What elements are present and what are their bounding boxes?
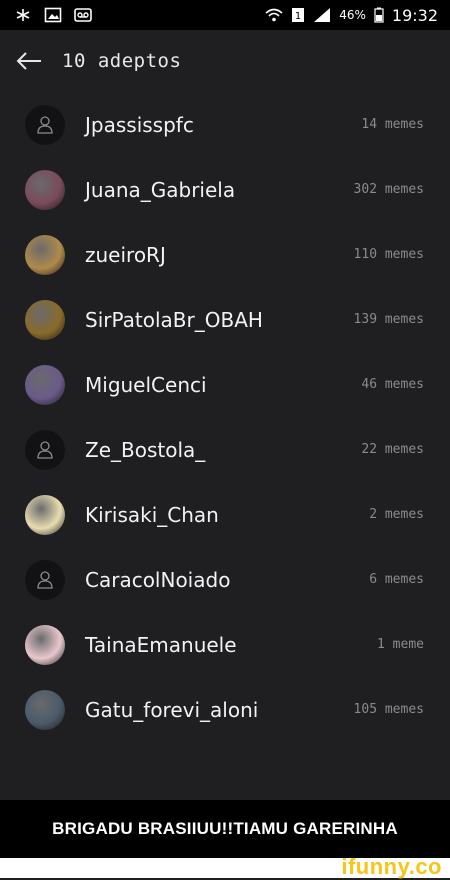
avatar[interactable] — [25, 169, 65, 210]
default-avatar-icon[interactable] — [25, 559, 65, 600]
meme-count: 1 meme — [377, 637, 424, 652]
follower-username[interactable]: MiguelCenci — [85, 373, 207, 397]
follower-row[interactable]: Ze_Bostola_ 22 memes — [0, 417, 450, 482]
meme-count: 46 memes — [361, 377, 424, 392]
avatar[interactable] — [25, 364, 65, 405]
avatar[interactable] — [25, 494, 65, 535]
default-avatar-icon[interactable] — [25, 429, 65, 470]
ifunny-watermark: ifunny.co — [341, 854, 442, 879]
follower-username[interactable]: TainaEmanuele — [85, 633, 237, 657]
follower-row[interactable]: TainaEmanuele 1 meme — [0, 612, 450, 677]
voicemail-icon — [74, 8, 92, 22]
meme-count: 302 memes — [353, 182, 424, 197]
image-icon — [44, 7, 62, 23]
follower-row[interactable]: Jpassisspfc 14 memes — [0, 92, 450, 157]
follower-username[interactable]: Juana_Gabriela — [85, 178, 235, 202]
meme-count: 2 memes — [369, 507, 424, 522]
follower-username[interactable]: zueiroRJ — [85, 243, 166, 267]
default-avatar-icon[interactable] — [25, 104, 65, 145]
avatar[interactable] — [25, 689, 65, 730]
back-button[interactable] — [14, 46, 44, 76]
follower-username[interactable]: Jpassisspfc — [85, 113, 194, 137]
follower-username[interactable]: Ze_Bostola_ — [85, 438, 205, 462]
user-icon — [37, 115, 53, 134]
follower-row[interactable]: Juana_Gabriela 302 memes — [0, 157, 450, 222]
caption-text: BRIGADU BRASIIUU!!TIAMU GARERINHA — [52, 819, 398, 838]
avatar[interactable] — [25, 299, 65, 340]
follower-username[interactable]: Kirisaki_Chan — [85, 503, 219, 527]
follower-row[interactable]: zueiroRJ 110 memes — [0, 222, 450, 287]
battery-percent: 46% — [339, 8, 366, 22]
avatar[interactable] — [25, 234, 65, 275]
wifi-icon — [265, 8, 283, 22]
page-title: 10 adeptos — [62, 50, 182, 72]
follower-username[interactable]: SirPatolaBr_OBAH — [85, 308, 263, 332]
meme-count: 6 memes — [369, 572, 424, 587]
followers-list: Jpassisspfc 14 memes Juana_Gabriela 302 mem… — [0, 92, 450, 742]
meme-count: 110 memes — [353, 247, 424, 262]
caption-banner: BRIGADU BRASIIUU!!TIAMU GARERINHA — [0, 800, 450, 858]
clock: 19:32 — [391, 5, 438, 25]
follower-row[interactable]: Gatu_forevi_aloni 105 memes — [0, 677, 450, 742]
follower-row[interactable]: MiguelCenci 46 memes — [0, 352, 450, 417]
meme-count: 139 memes — [353, 312, 424, 327]
app-bar: 10 adeptos — [0, 30, 450, 92]
follower-username[interactable]: CaracolNoiado — [85, 568, 230, 592]
arrow-left-icon — [16, 52, 41, 70]
meme-count: 22 memes — [361, 442, 424, 457]
sim-icon: 1 — [292, 8, 305, 22]
avatar[interactable] — [25, 624, 65, 665]
status-bar: 1 46% 19:32 — [0, 0, 450, 30]
battery-icon — [374, 7, 384, 23]
follower-row[interactable]: SirPatolaBr_OBAH 139 memes — [0, 287, 450, 352]
follower-row[interactable]: Kirisaki_Chan 2 memes — [0, 482, 450, 547]
user-icon — [37, 570, 53, 589]
user-icon — [37, 440, 53, 459]
follower-username[interactable]: Gatu_forevi_aloni — [85, 698, 258, 722]
meme-count: 105 memes — [353, 702, 424, 717]
svg-text:1: 1 — [295, 11, 301, 22]
meme-count: 14 memes — [361, 117, 424, 132]
follower-row[interactable]: CaracolNoiado 6 memes — [0, 547, 450, 612]
asterisk-icon — [16, 9, 30, 21]
signal-icon — [314, 8, 331, 22]
